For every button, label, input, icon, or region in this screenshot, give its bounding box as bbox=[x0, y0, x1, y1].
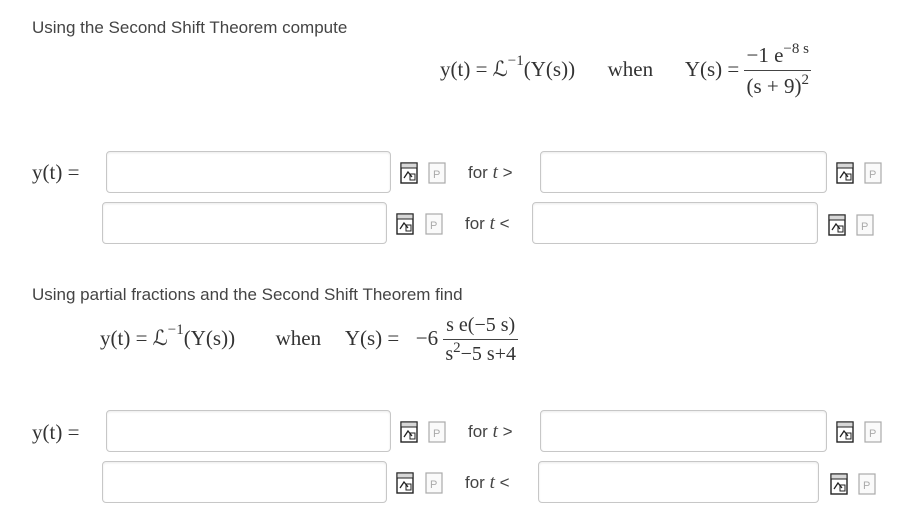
svg-text:P: P bbox=[430, 220, 437, 232]
eq2-fraction: s e(−5 s) s2−5 s+4 bbox=[443, 314, 518, 366]
preview-icon[interactable]: P bbox=[428, 421, 446, 443]
eq2-numerator: s e(−5 s) bbox=[446, 314, 516, 336]
preview-icon[interactable]: P bbox=[425, 472, 443, 494]
p2-bound-input-1[interactable] bbox=[540, 410, 827, 452]
p2-condition-2: for t < bbox=[465, 472, 510, 493]
eq1-numerator: −1 e−8 s bbox=[746, 41, 809, 67]
eq1-ys: Y(s) = bbox=[684, 56, 740, 81]
p1-condition-1: for t > bbox=[468, 162, 513, 183]
p2-expression-input-1[interactable] bbox=[106, 410, 391, 452]
equation-editor-icon[interactable] bbox=[828, 214, 846, 236]
problem2-prompt: Using partial fractions and the Second S… bbox=[32, 285, 463, 304]
preview-icon[interactable]: P bbox=[425, 213, 443, 235]
svg-text:P: P bbox=[433, 169, 440, 181]
p2-expression-input-2[interactable] bbox=[102, 461, 387, 503]
eq1-arg: (Y(s)) bbox=[523, 56, 576, 81]
svg-text:P: P bbox=[869, 169, 876, 181]
eq2-when: when bbox=[275, 325, 322, 350]
svg-text:P: P bbox=[433, 428, 440, 440]
equation-editor-icon[interactable] bbox=[396, 472, 414, 494]
preview-icon[interactable]: P bbox=[864, 162, 882, 184]
p1-condition-2: for t < bbox=[465, 213, 510, 234]
preview-icon[interactable]: P bbox=[856, 214, 874, 236]
equation-editor-icon[interactable] bbox=[396, 213, 414, 235]
eq2-arg: (Y(s)) bbox=[183, 325, 236, 350]
p1-expression-input-1[interactable] bbox=[106, 151, 391, 193]
problem1-y-label: y(t) = bbox=[32, 160, 80, 184]
problem1-equation: y(t) = ℒ−1(Y(s)) when Y(s) = −1 e−8 s (s… bbox=[440, 41, 811, 99]
equation-editor-icon[interactable] bbox=[830, 473, 848, 495]
preview-icon[interactable]: P bbox=[858, 473, 876, 495]
eq2-inverse: −1 bbox=[167, 321, 184, 338]
preview-icon[interactable]: P bbox=[864, 421, 882, 443]
eq2-lhs: y(t) = ℒ bbox=[100, 325, 168, 350]
eq1-when: when bbox=[607, 56, 654, 81]
p2-bound-input-2[interactable] bbox=[538, 461, 819, 503]
svg-text:P: P bbox=[869, 428, 876, 440]
eq1-lhs: y(t) = ℒ bbox=[440, 56, 508, 81]
problem1-prompt: Using the Second Shift Theorem compute bbox=[32, 18, 348, 37]
equation-editor-icon[interactable] bbox=[400, 162, 418, 184]
problem2-equation: y(t) = ℒ−1(Y(s)) when Y(s) = −6 s e(−5 s… bbox=[100, 314, 518, 366]
equation-editor-icon[interactable] bbox=[836, 421, 854, 443]
eq1-fraction: −1 e−8 s (s + 9)2 bbox=[744, 41, 811, 99]
p1-bound-input-1[interactable] bbox=[540, 151, 827, 193]
eq1-inverse: −1 bbox=[507, 52, 524, 69]
svg-text:P: P bbox=[861, 221, 868, 233]
eq2-ys: Y(s) = bbox=[344, 325, 400, 350]
preview-icon[interactable]: P bbox=[428, 162, 446, 184]
equation-editor-icon[interactable] bbox=[400, 421, 418, 443]
eq1-denominator: (s + 9)2 bbox=[744, 70, 811, 98]
equation-editor-icon[interactable] bbox=[836, 162, 854, 184]
problem2-y-label: y(t) = bbox=[32, 420, 80, 444]
p1-expression-input-2[interactable] bbox=[102, 202, 387, 244]
eq2-denominator: s2−5 s+4 bbox=[443, 339, 518, 365]
svg-text:P: P bbox=[430, 479, 437, 491]
p2-condition-1: for t > bbox=[468, 421, 513, 442]
p1-bound-input-2[interactable] bbox=[532, 202, 818, 244]
eq2-coefficient: −6 bbox=[415, 325, 439, 350]
svg-text:P: P bbox=[863, 480, 870, 492]
